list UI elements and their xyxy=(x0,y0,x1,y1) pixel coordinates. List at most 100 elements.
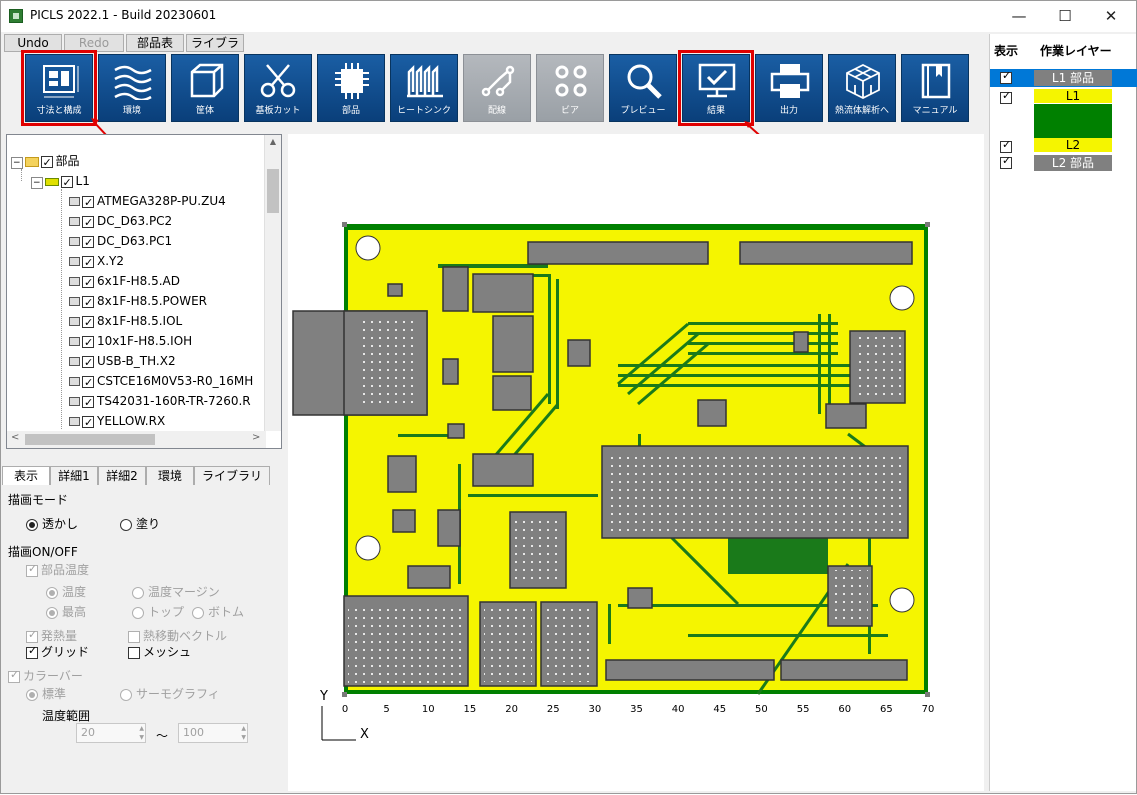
tree-layer-l1[interactable]: −L1 xyxy=(31,171,90,193)
layer-checkbox[interactable] xyxy=(1000,154,1012,169)
tab-detail1[interactable]: 詳細1 xyxy=(50,466,98,486)
maximize-button[interactable]: ☐ xyxy=(1042,1,1088,32)
tab-detail2[interactable]: 詳細2 xyxy=(98,466,146,486)
tree-root[interactable]: −部品 xyxy=(11,151,80,173)
scroll-right-icon[interactable]: > xyxy=(252,432,260,443)
tree-item-checkbox[interactable] xyxy=(82,393,94,411)
tree-item-checkbox[interactable] xyxy=(82,313,94,333)
tree-item[interactable]: DC_D63.PC1 xyxy=(69,231,172,253)
layer-row-l2-parts[interactable]: L2 部品 xyxy=(990,154,1137,172)
chip-icon xyxy=(69,197,80,206)
library-button[interactable]: ライブラリ xyxy=(186,34,244,66)
mode-transparent-radio[interactable]: 透かし xyxy=(26,515,78,532)
max-radio[interactable]: 最高 xyxy=(46,603,86,620)
mesh-checkbox[interactable]: メッシュ xyxy=(128,643,191,660)
dimensions-button[interactable]: 寸法と構成 xyxy=(21,50,97,126)
range-max-input[interactable]: 100 xyxy=(178,723,248,743)
top-radio[interactable]: トップ xyxy=(132,603,184,620)
scroll-left-icon[interactable]: < xyxy=(11,432,19,443)
tab-environment[interactable]: 環境 xyxy=(146,466,194,486)
colorbar-checkbox[interactable]: カラーバー xyxy=(8,667,83,684)
tree-item-checkbox[interactable] xyxy=(82,353,94,373)
tree-scroll-thumb[interactable] xyxy=(267,169,279,213)
tree-item[interactable]: DC_D63.PC2 xyxy=(69,211,172,233)
cfd-analysis-button[interactable]: 熱流体解析へ xyxy=(828,54,896,122)
part-temp-checkbox[interactable]: 部品温度 xyxy=(26,561,89,578)
svg-text:25: 25 xyxy=(547,704,560,715)
tree-item-checkbox[interactable] xyxy=(82,273,94,293)
tree-item-checkbox[interactable] xyxy=(82,413,94,433)
results-button[interactable]: 結果 xyxy=(678,50,754,126)
tree-item[interactable]: USB-B_TH.X2 xyxy=(69,351,176,373)
tree-item[interactable]: 6x1F-H8.5.AD xyxy=(69,271,180,293)
book-icon xyxy=(921,63,951,99)
pcb-view[interactable]: 0 5 10 15 20 25 30 35 40 45 50 55 60 65 … xyxy=(288,134,984,791)
heat-checkbox[interactable]: 発熱量 xyxy=(26,627,77,644)
tab-library[interactable]: ライブラリ xyxy=(194,466,270,486)
environment-button[interactable]: 環境 xyxy=(98,54,166,122)
layer-checkbox[interactable] xyxy=(1000,69,1012,84)
close-button[interactable]: ✕ xyxy=(1088,1,1134,32)
tree-item[interactable]: 8x1F-H8.5.POWER xyxy=(69,291,207,313)
tree-item-checkbox[interactable] xyxy=(82,253,94,273)
tree-item[interactable]: CSTCE16M0V53-R0_16MH xyxy=(69,371,265,391)
settings-tabs: 表示 詳細1 詳細2 環境 ライブラリ xyxy=(2,466,282,486)
svg-text:35: 35 xyxy=(630,704,643,715)
via-button[interactable]: ビア xyxy=(536,54,604,122)
minimize-button[interactable]: — xyxy=(996,1,1042,32)
svg-text:65: 65 xyxy=(880,704,893,715)
tree-item[interactable]: 8x1F-H8.5.IOL xyxy=(69,311,182,333)
mode-fill-radio[interactable]: 塗り xyxy=(120,515,160,532)
undo-button[interactable]: Undo xyxy=(4,34,62,52)
display-options-panel: 描画モード 透かし 塗り 描画ON/OFF 部品温度 温度 温度マージン 最高 … xyxy=(2,485,282,791)
enclosure-button[interactable]: 筐体 xyxy=(171,54,239,122)
manual-button[interactable]: マニュアル xyxy=(901,54,969,122)
redo-button[interactable]: Redo xyxy=(64,34,124,52)
parts-list-button[interactable]: 部品表 xyxy=(126,34,184,52)
chip-icon xyxy=(69,357,80,366)
board-canvas[interactable]: 0 5 10 15 20 25 30 35 40 45 50 55 60 65 … xyxy=(288,134,984,791)
tree-layer-checkbox[interactable] xyxy=(60,173,73,193)
tree-item-checkbox[interactable] xyxy=(82,333,94,353)
heat-vector-checkbox[interactable]: 熱移動ベクトル xyxy=(128,627,227,644)
tree-item[interactable]: YELLOW.RX xyxy=(69,411,165,433)
bottom-radio[interactable]: ボトム xyxy=(192,603,244,620)
tree-horizontal-scrollbar[interactable]: < > xyxy=(7,431,266,448)
svg-text:10: 10 xyxy=(422,704,435,715)
output-button[interactable]: 出力 xyxy=(755,54,823,122)
heatsink-button[interactable]: ヒートシンク xyxy=(390,54,458,122)
layer-row-l1-parts[interactable]: L1 部品 xyxy=(990,69,1137,87)
svg-text:5: 5 xyxy=(383,704,389,715)
tree-item[interactable]: X.Y2 xyxy=(69,251,124,273)
temp-radio[interactable]: 温度 xyxy=(46,583,86,600)
range-min-input[interactable]: 20 xyxy=(76,723,146,743)
tree-item[interactable]: ATMEGA328P-PU.ZU4 xyxy=(69,191,226,213)
wiring-icon xyxy=(481,65,515,97)
tree-item-checkbox[interactable] xyxy=(82,213,94,233)
board-cut-button[interactable]: 基板カット xyxy=(244,54,312,122)
tree-item-checkbox[interactable] xyxy=(82,373,94,391)
tree-item-checkbox[interactable] xyxy=(82,233,94,253)
tree-item-checkbox[interactable] xyxy=(82,293,94,313)
tree-item[interactable]: TS42031-160R-TR-7260.R xyxy=(69,391,265,411)
tree-hscroll-thumb[interactable] xyxy=(25,434,155,445)
svg-text:20: 20 xyxy=(505,704,518,715)
layer-checkbox[interactable] xyxy=(1000,138,1012,153)
tree-item[interactable]: 10x1F-H8.5.IOH xyxy=(69,331,192,353)
via-icon xyxy=(555,65,587,97)
preview-button[interactable]: プレビュー xyxy=(609,54,677,122)
svg-text:15: 15 xyxy=(464,704,477,715)
tree-vertical-scrollbar[interactable]: ▲ xyxy=(264,135,281,431)
tree-root-checkbox[interactable] xyxy=(40,153,53,173)
tab-display[interactable]: 表示 xyxy=(2,466,50,486)
standard-radio[interactable]: 標準 xyxy=(26,685,66,702)
grid-checkbox[interactable]: グリッド xyxy=(26,643,89,660)
tree-item-checkbox[interactable] xyxy=(82,193,94,213)
svg-text:55: 55 xyxy=(797,704,810,715)
thermography-radio[interactable]: サーモグラフィ xyxy=(120,685,220,702)
wiring-button[interactable]: 配線 xyxy=(463,54,531,122)
parts-button[interactable]: 部品 xyxy=(317,54,385,122)
chip-icon xyxy=(69,377,80,386)
layer-checkbox[interactable] xyxy=(1000,89,1012,104)
temp-margin-radio[interactable]: 温度マージン xyxy=(132,583,220,600)
